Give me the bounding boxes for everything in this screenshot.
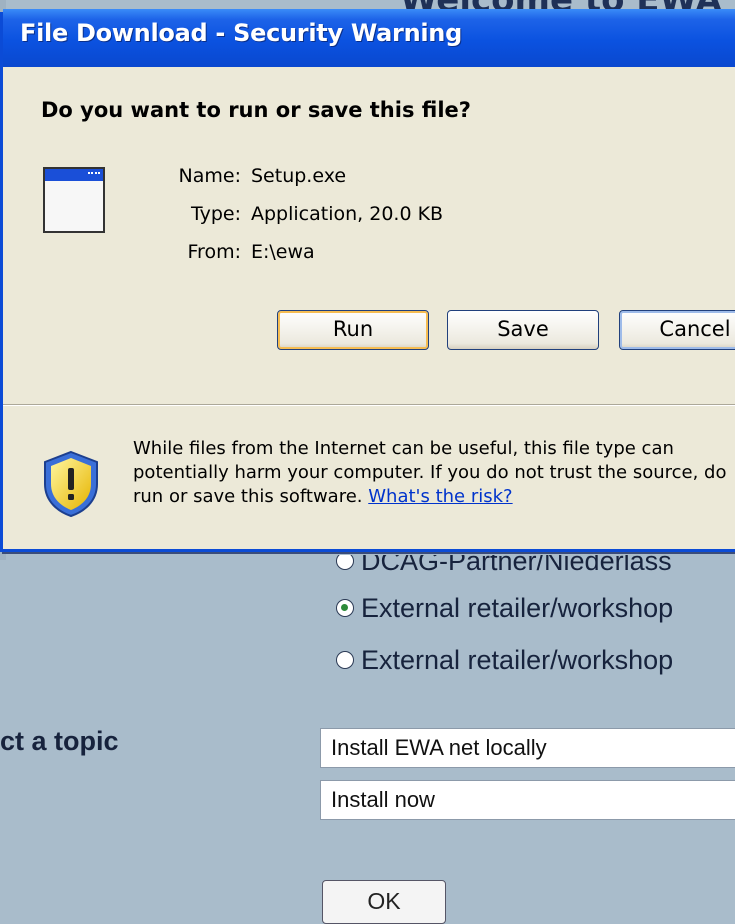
radio-button[interactable] bbox=[336, 651, 354, 669]
file-download-dialog: File Download - Security Warning Do you … bbox=[0, 9, 735, 552]
radio-external-retailer-2[interactable]: External retailer/workshop bbox=[336, 642, 673, 678]
radio-button-selected[interactable] bbox=[336, 599, 354, 617]
security-warning-text: While files from the Internet can be use… bbox=[133, 437, 735, 509]
radio-button[interactable] bbox=[336, 555, 354, 570]
dialog-title: File Download - Security Warning bbox=[20, 19, 462, 47]
application-file-icon bbox=[43, 167, 105, 233]
file-from-value: E:\ewa bbox=[251, 241, 315, 263]
dialog-question: Do you want to run or save this file? bbox=[41, 98, 471, 122]
radio-external-retailer-1[interactable]: External retailer/workshop bbox=[336, 590, 673, 626]
warning-line-2: potentially harm your computer. If you d… bbox=[133, 462, 727, 483]
field-label: Type: bbox=[190, 203, 241, 225]
radio-label: External retailer/workshop bbox=[361, 644, 674, 675]
warning-line-3-text: run or save this software. bbox=[133, 486, 369, 507]
radio-label: External retailer/workshop bbox=[361, 592, 674, 623]
file-type-value: Application, 20.0 KB bbox=[251, 203, 444, 225]
security-shield-warning-icon bbox=[44, 450, 98, 518]
whats-the-risk-link[interactable]: What's the risk? bbox=[368, 486, 512, 507]
dialog-separator bbox=[3, 404, 735, 406]
topic-select[interactable]: Install EWA net locally bbox=[320, 728, 735, 768]
field-label: From: bbox=[187, 241, 241, 263]
cancel-button[interactable]: Cancel bbox=[619, 310, 735, 350]
file-name-value: Setup.exe bbox=[251, 165, 347, 187]
save-button[interactable]: Save bbox=[447, 310, 599, 350]
warning-line-3: run or save this software. What's the ri… bbox=[133, 485, 735, 509]
dialog-title-bar[interactable]: File Download - Security Warning bbox=[3, 9, 735, 67]
field-label: Name: bbox=[178, 165, 241, 187]
action-select[interactable]: Install now bbox=[320, 780, 735, 820]
ok-button[interactable]: OK bbox=[322, 880, 446, 924]
select-topic-label: ct a topic bbox=[0, 726, 119, 756]
run-button[interactable]: Run bbox=[277, 310, 429, 350]
warning-line-1: While files from the Internet can be use… bbox=[133, 438, 674, 459]
